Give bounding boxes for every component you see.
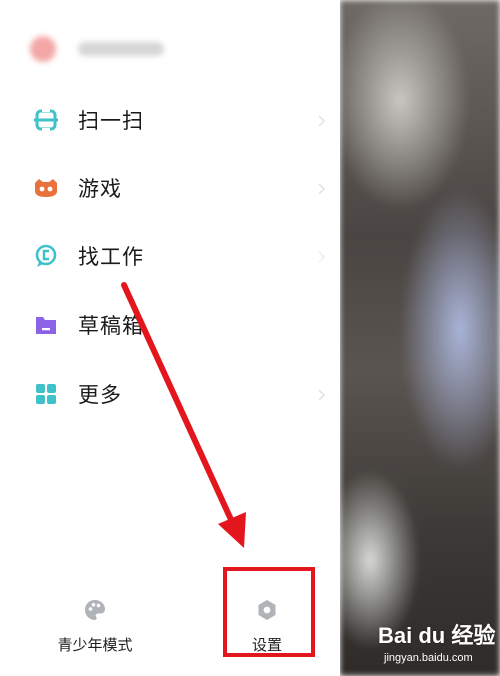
menu-item-drafts[interactable]: 草稿箱	[0, 300, 340, 350]
teen-mode-button[interactable]: 青少年模式	[50, 598, 140, 655]
drafts-folder-icon	[33, 312, 59, 338]
menu-item-label: 扫一扫	[78, 109, 144, 133]
annotation-highlight-box	[223, 567, 315, 657]
background-photo	[340, 0, 500, 676]
avatar[interactable]	[30, 36, 56, 62]
watermark-brand: Bai du 经验	[378, 623, 496, 648]
game-icon	[33, 175, 59, 201]
chevron-right-icon	[317, 249, 327, 263]
chevron-right-icon	[317, 387, 327, 401]
more-grid-icon	[33, 381, 59, 407]
menu-item-label: 草稿箱	[78, 314, 144, 338]
palette-icon	[83, 598, 107, 626]
chevron-right-icon	[317, 181, 327, 195]
menu-item-job-search[interactable]: 找工作	[0, 231, 340, 281]
teen-mode-label: 青少年模式	[57, 636, 133, 654]
scan-icon	[33, 107, 59, 133]
menu-item-game[interactable]: 游戏	[0, 163, 340, 213]
job-search-icon	[33, 243, 59, 269]
watermark-url: jingyan.baidu.com	[384, 652, 473, 664]
profile-header[interactable]	[30, 34, 180, 64]
baidu-jingyan-watermark: Bai du 经验 jingyan.baidu.com	[354, 612, 500, 676]
menu-item-label: 游戏	[78, 177, 122, 201]
menu-item-scan[interactable]: 扫一扫	[0, 95, 340, 145]
menu-item-more[interactable]: 更多	[0, 369, 340, 419]
menu-item-label: 找工作	[78, 245, 144, 269]
chevron-right-icon	[317, 113, 327, 127]
menu-item-label: 更多	[78, 383, 122, 407]
profile-name-blurred	[78, 42, 164, 56]
